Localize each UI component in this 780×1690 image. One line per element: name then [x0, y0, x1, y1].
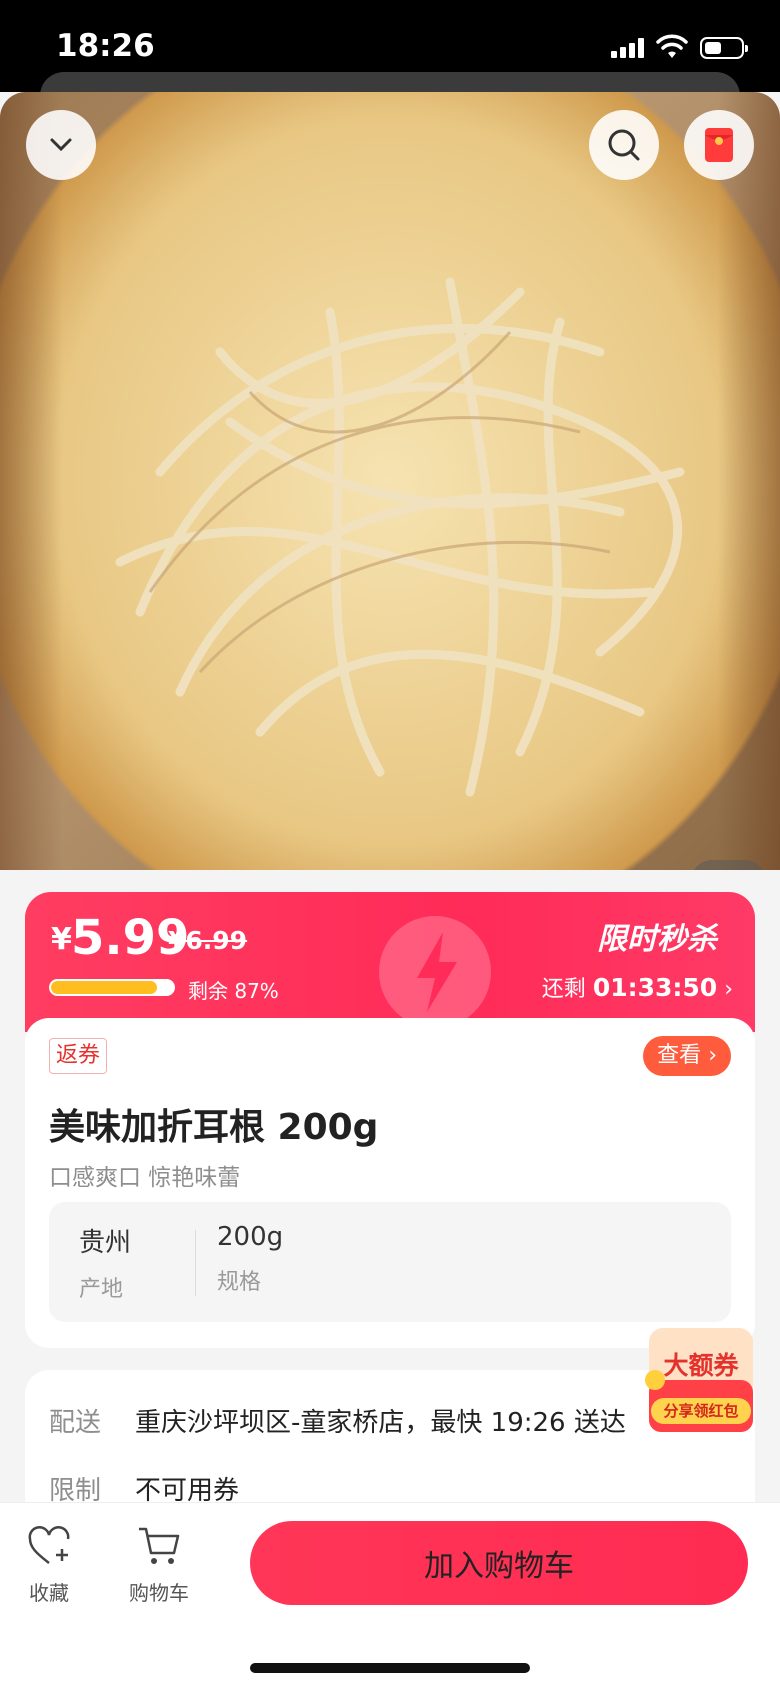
- favorite-label: 收藏: [29, 1581, 69, 1605]
- spec-value: 200g: [217, 1222, 284, 1252]
- collapse-button[interactable]: [26, 110, 96, 180]
- promo-title: 大额券: [663, 1351, 739, 1380]
- currency-symbol: ¥: [51, 922, 72, 957]
- spec-label: 规格: [217, 1270, 262, 1295]
- stock-progress-bar: [49, 979, 175, 996]
- spec-label: 产地: [79, 1277, 124, 1302]
- image-counter: 2/5: [690, 860, 766, 870]
- chevron-down-icon: [50, 138, 72, 152]
- search-button[interactable]: [589, 110, 659, 180]
- promo-subtitle: 分享领红包: [651, 1398, 751, 1424]
- chevron-right-icon: ›: [708, 1043, 717, 1068]
- delivery-label: 配送: [49, 1408, 102, 1438]
- wifi-icon: [656, 34, 688, 58]
- view-button-label: 查看: [657, 1043, 702, 1068]
- product-image[interactable]: 2/5: [0, 92, 780, 870]
- cart-label: 购物车: [129, 1581, 189, 1605]
- product-subtitle: 口感爽口 惊艳味蕾: [49, 1165, 241, 1191]
- product-photo-illustration: [115, 277, 685, 797]
- spec-divider: [195, 1230, 196, 1296]
- favorite-button[interactable]: 收藏: [22, 1525, 76, 1606]
- countdown[interactable]: 还剩 01:33:50 ›: [542, 971, 733, 1003]
- status-time: 18:26: [56, 28, 155, 64]
- add-to-cart-button[interactable]: 加入购物车: [250, 1521, 748, 1605]
- spec-value: 贵州: [79, 1228, 132, 1258]
- battery-icon: [700, 37, 748, 59]
- promo-badge[interactable]: 大额券 分享领红包: [641, 1318, 761, 1438]
- product-info-card: 返券 查看 › 美味加折耳根 200g 口感爽口 惊艳味蕾 贵州 产地 200g…: [25, 1018, 755, 1348]
- product-name: 美味加折耳根 200g: [49, 1107, 379, 1148]
- countdown-prefix: 还剩: [541, 977, 586, 1002]
- flash-sale-banner: ¥ 5.99 ¥6.99 剩余 87% 限时秒杀 还剩 01:33:50 ›: [25, 892, 755, 1032]
- chevron-right-icon: ›: [724, 977, 733, 1002]
- cart-icon: [139, 1527, 180, 1564]
- flash-sale-title: 限时秒杀: [597, 922, 717, 957]
- alarm-clock-icon: [379, 916, 491, 1028]
- original-price: ¥6.99: [168, 926, 248, 955]
- bottom-action-bar: 收藏 购物车 加入购物车: [0, 1502, 780, 1690]
- spec-size: 200g 规格: [217, 1222, 283, 1296]
- spec-panel: 贵州 产地 200g 规格: [49, 1202, 731, 1322]
- heart-plus-icon: [28, 1526, 70, 1564]
- red-packet-icon: [705, 128, 733, 162]
- countdown-time: 01:33:50: [592, 973, 718, 1002]
- stock-progress-fill: [51, 981, 157, 994]
- search-icon: [608, 129, 640, 161]
- remaining-stock: 剩余 87%: [188, 979, 279, 1003]
- signal-icon: [611, 38, 651, 58]
- delivery-value: 重庆沙坪坝区-童家桥店，最快 19:26 送达: [135, 1408, 626, 1438]
- home-indicator: [250, 1663, 530, 1673]
- spec-origin: 贵州 产地: [79, 1222, 131, 1303]
- coupon-tag: 返券: [49, 1038, 108, 1074]
- red-packet-button[interactable]: [684, 110, 754, 180]
- cart-button[interactable]: 购物车: [124, 1525, 194, 1606]
- view-coupon-button[interactable]: 查看 ›: [643, 1036, 731, 1076]
